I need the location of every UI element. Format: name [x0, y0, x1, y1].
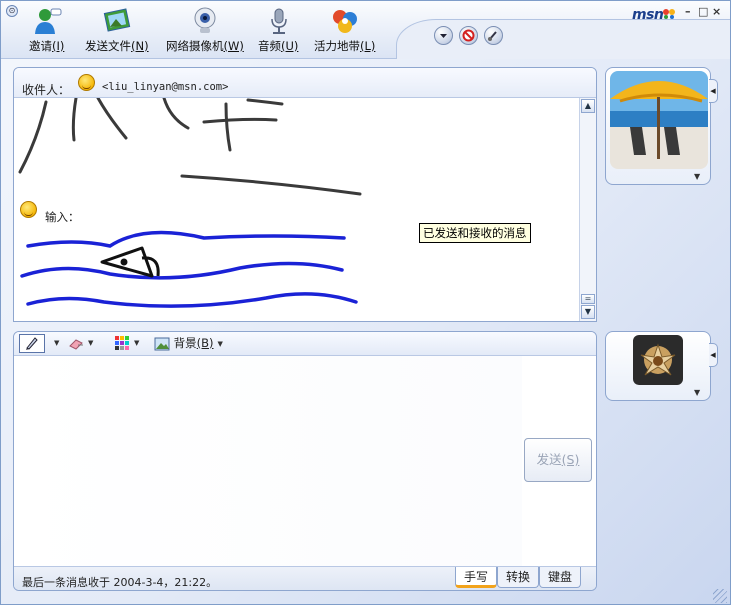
chevron-down-icon: ▼ — [134, 339, 140, 347]
resize-grip[interactable] — [713, 589, 727, 603]
tab-keyboard[interactable]: 键盘 — [539, 567, 581, 588]
brush-icon — [488, 31, 497, 41]
chevron-down-icon — [440, 34, 447, 38]
status-bar: 最后一条消息收于 2004-3-4，21:22。 手写 转换 键盘 — [14, 566, 596, 590]
chevron-down-icon: ▼ — [217, 339, 223, 348]
activities-icon — [330, 7, 360, 35]
recipient-label: 收件人： — [22, 83, 71, 97]
chevron-down-icon: ▼ — [88, 339, 94, 347]
system-menu-button[interactable]: ⊙ — [6, 5, 18, 17]
pen-tool-button[interactable] — [19, 334, 45, 353]
own-panel-collapse-tab[interactable]: ◀ — [709, 343, 718, 367]
butterfly-icon — [663, 9, 676, 19]
activities-button[interactable]: 活力地带(L) — [314, 7, 375, 55]
send-button[interactable]: 发送(S) — [524, 438, 592, 482]
invite-button[interactable]: 邀请(I) — [29, 7, 64, 55]
handwriting-input-area[interactable] — [14, 356, 522, 566]
typed-ink-waves — [20, 230, 358, 308]
webcam-icon — [190, 7, 220, 35]
background-button[interactable]: 背景(B) ▼ — [154, 335, 223, 353]
block-button[interactable] — [459, 26, 478, 45]
scroll-up-button[interactable]: ▲ — [581, 99, 595, 113]
received-ink-message — [18, 98, 362, 308]
status-emoticon-icon — [78, 74, 95, 91]
tab-handwriting[interactable]: 手写 — [455, 567, 497, 588]
compose-toolbar: ▼ ▼ ▼ 背景(B) ▼ — [14, 332, 596, 356]
tab-convert[interactable]: 转换 — [497, 567, 539, 588]
color-grid-icon — [114, 335, 130, 351]
microphone-icon — [263, 7, 293, 35]
message-history-panel: 收件人： <liu_linyan@msn.com> 输入： 已发送和接收的消息 … — [13, 67, 597, 322]
audio-button[interactable]: 音频(U) — [258, 7, 298, 55]
own-display-picture[interactable] — [633, 335, 683, 385]
minimize-button[interactable]: – — [685, 5, 691, 18]
last-message-status: 最后一条消息收于 2004-3-4，21:22。 — [22, 576, 218, 589]
received-handwriting — [18, 98, 362, 196]
webcam-button[interactable]: 网络摄像机(W) — [166, 7, 244, 55]
theme-button[interactable] — [484, 26, 503, 45]
tooltip: 已发送和接收的消息 — [419, 223, 531, 243]
recipient-email: <liu_linyan@msn.com> — [102, 81, 229, 93]
maximize-button[interactable]: □ — [698, 5, 708, 18]
history-scrollbar[interactable]: ▲ = ▼ — [579, 98, 596, 321]
color-palette-button[interactable]: ▼ — [114, 335, 139, 353]
chevron-down-icon: ▼ — [54, 338, 60, 347]
close-button[interactable]: × — [712, 5, 721, 18]
send-file-icon — [102, 7, 132, 35]
fish-drawing — [100, 246, 160, 278]
pen-icon — [24, 335, 40, 351]
own-display-picture-frame: ▼ — [605, 331, 711, 401]
picture-icon — [154, 336, 170, 352]
msn-logo: msn — [632, 7, 676, 23]
contact-display-picture[interactable] — [610, 71, 708, 169]
sender-emoticon-icon — [20, 201, 37, 218]
send-file-button[interactable]: 发送文件(N) — [85, 7, 149, 55]
own-picture-menu-arrow[interactable]: ▼ — [694, 388, 700, 397]
eraser-tool-button[interactable]: ▼ — [68, 335, 93, 353]
sender-label: 输入： — [45, 210, 80, 224]
contact-panel-collapse-tab[interactable]: ◀ — [709, 79, 718, 103]
pen-options-dropdown[interactable]: ▼ — [50, 335, 59, 353]
contact-display-picture-frame: ▼ — [605, 67, 711, 185]
recipient-bar: 收件人： <liu_linyan@msn.com> — [14, 68, 596, 98]
toolbar: ⊙ 邀请(I) 发送文件(N) 网络摄像机(W) 音频(U) 活力地带(L) m… — [1, 1, 730, 59]
block-icon — [462, 29, 475, 42]
contact-picture-menu-arrow[interactable]: ▼ — [694, 172, 700, 181]
invite-person-icon — [32, 7, 62, 35]
msn-conversation-window: ⊙ 邀请(I) 发送文件(N) 网络摄像机(W) 音频(U) 活力地带(L) m… — [0, 0, 731, 605]
compose-panel: ▼ ▼ ▼ 背景(B) ▼ 发送(S) 最后一条消息收于 2004-3-4，21… — [13, 331, 597, 591]
scroll-thumb[interactable]: = — [581, 294, 595, 304]
eraser-icon — [68, 335, 84, 351]
scroll-down-button[interactable]: ▼ — [581, 305, 595, 319]
expand-down-button[interactable] — [434, 26, 453, 45]
